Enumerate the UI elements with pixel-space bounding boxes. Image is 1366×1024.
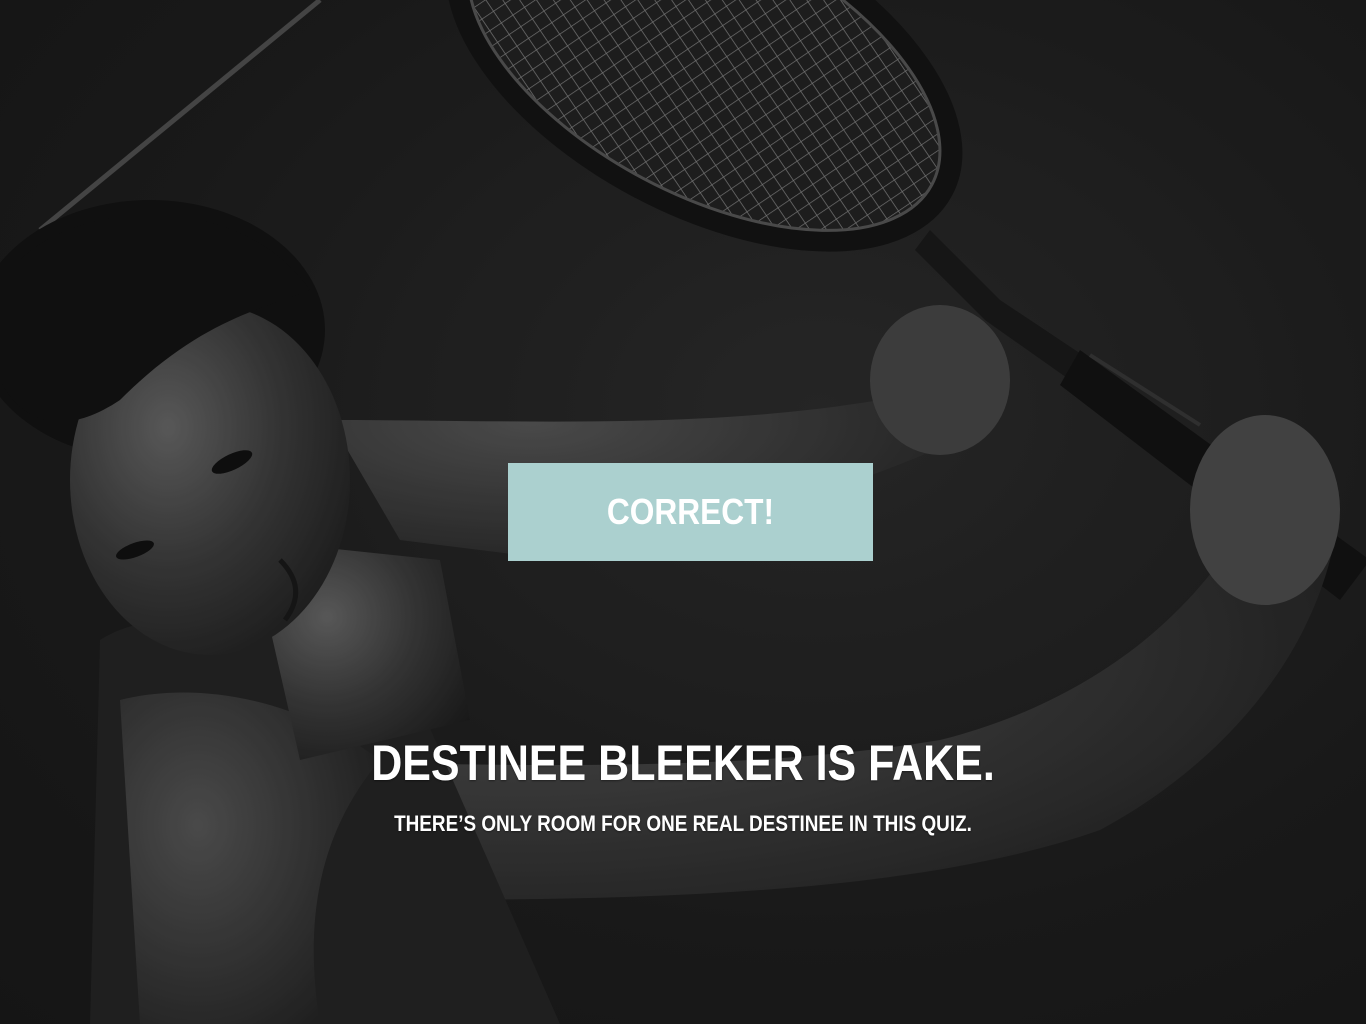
result-headline: DESTINEE BLEEKER IS FAKE. xyxy=(371,735,995,791)
result-label: CORRECT! xyxy=(606,491,775,532)
quiz-result-screen: CORRECT! DESTINEE BLEEKER IS FAKE. THERE… xyxy=(0,0,1366,1024)
result-subline: THERE’S ONLY ROOM FOR ONE REAL DESTINEE … xyxy=(394,811,972,836)
